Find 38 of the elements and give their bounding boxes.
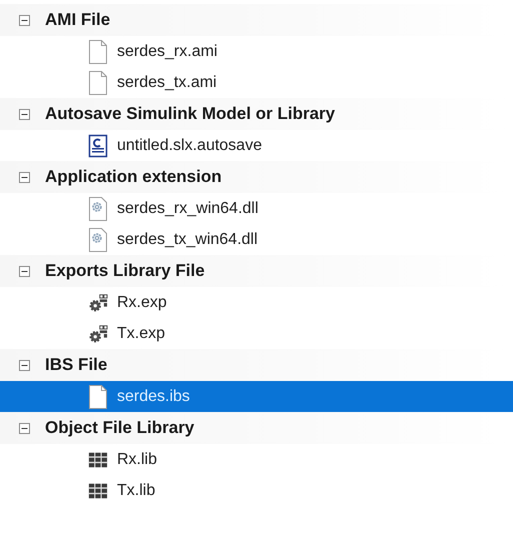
collapse-icon[interactable]: [19, 14, 30, 26]
file-name: Tx.exp: [117, 324, 166, 342]
file-name: Rx.exp: [117, 294, 167, 312]
file-item[interactable]: serdes_tx_win64.dll: [0, 224, 513, 255]
group-label: Application extension: [45, 167, 222, 187]
group-label: IBS File: [45, 355, 108, 375]
file-name: serdes_tx.ami: [117, 74, 217, 92]
file-item[interactable]: Tx.exp: [0, 318, 513, 349]
script-document-icon: [88, 134, 108, 158]
document-icon: [88, 40, 108, 64]
file-item[interactable]: Tx.lib: [0, 475, 513, 506]
document-icon: [88, 384, 108, 408]
file-name: serdes.ibs: [117, 388, 190, 406]
group-label: Exports Library File: [45, 261, 205, 281]
gear-document-icon: [88, 228, 108, 252]
file-name: Tx.lib: [117, 482, 156, 500]
file-item[interactable]: Rx.exp: [0, 287, 513, 318]
file-item[interactable]: serdes_tx.ami: [0, 67, 513, 98]
collapse-icon[interactable]: [19, 172, 30, 182]
file-name: untitled.slx.autosave: [117, 136, 262, 154]
document-icon: [88, 70, 108, 94]
file-item[interactable]: untitled.slx.autosave: [0, 130, 513, 161]
group-label: Autosave Simulink Model or Library: [45, 104, 336, 124]
gear-document-icon: [88, 196, 108, 220]
group-label: AMI File: [45, 10, 110, 30]
file-name: serdes_rx_win64.dll: [117, 200, 258, 218]
file-item[interactable]: serdes.ibs: [0, 381, 513, 412]
file-item[interactable]: serdes_rx.ami: [0, 36, 513, 67]
file-item[interactable]: serdes_rx_win64.dll: [0, 193, 513, 224]
file-name: serdes_tx_win64.dll: [117, 230, 258, 248]
collapse-icon[interactable]: [19, 108, 30, 120]
group-label: Object File Library: [45, 418, 194, 438]
collapse-icon[interactable]: [19, 422, 30, 434]
file-name: Rx.lib: [117, 450, 158, 468]
file-item[interactable]: Rx.lib: [0, 444, 513, 475]
file-name: serdes_rx.ami: [117, 42, 218, 60]
collapse-icon[interactable]: [19, 266, 30, 276]
collapse-icon[interactable]: [19, 360, 30, 370]
